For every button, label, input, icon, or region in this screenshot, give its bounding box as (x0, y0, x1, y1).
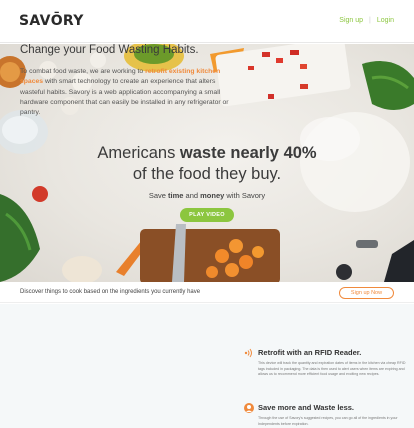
hero-sub-part3: with Savory (224, 191, 266, 200)
rfid-signal-icon (244, 348, 252, 358)
login-link[interactable]: Login (377, 17, 394, 24)
section-body-part1: To combat food waste, we are working to (20, 68, 146, 75)
feature-body: This device will track the quantity and … (258, 361, 406, 377)
header-nav: Sign up | Login (339, 17, 394, 24)
feature-title: Retrofit with an RFID Reader. (258, 348, 362, 357)
hero-sub-part2: and (183, 191, 201, 200)
feature-title: Save more and Waste less. (258, 403, 355, 412)
logo[interactable]: SAVŌRY (19, 13, 84, 29)
hero-sub-bold2: money (200, 191, 225, 200)
section-body: To combat food waste, we are working to … (20, 67, 242, 118)
section-title: Change your Food Wasting Habits. (20, 44, 199, 56)
feature-body: Through the use of Savory's suggested re… (258, 416, 398, 426)
hero-headline: Americans waste nearly 40% of the food t… (0, 143, 414, 185)
hero-title-part1: Americans (97, 144, 180, 162)
nav-separator: | (369, 17, 371, 24)
signup-now-button[interactable]: Sign up Now (339, 287, 394, 299)
hero-sub-bold1: time (168, 191, 184, 200)
hero-subtitle: Save time and money with Savory (0, 191, 414, 200)
chef-avatar-icon (244, 403, 254, 413)
discover-bar: Discover things to cook based on the ing… (0, 283, 414, 303)
play-video-button[interactable]: PLAY VIDEO (180, 208, 234, 222)
site-header: SAVŌRY Sign up | Login (0, 0, 414, 43)
hero-sub-part1: Save (148, 191, 169, 200)
section-body-part2: with smart technology to create an exper… (20, 78, 229, 117)
hero-title-emphasis: waste nearly 40% (179, 144, 317, 162)
signup-link[interactable]: Sign up (339, 17, 363, 24)
discover-text: Discover things to cook based on the ing… (20, 289, 201, 295)
hero-title-line2: of the food they buy. (132, 165, 282, 183)
